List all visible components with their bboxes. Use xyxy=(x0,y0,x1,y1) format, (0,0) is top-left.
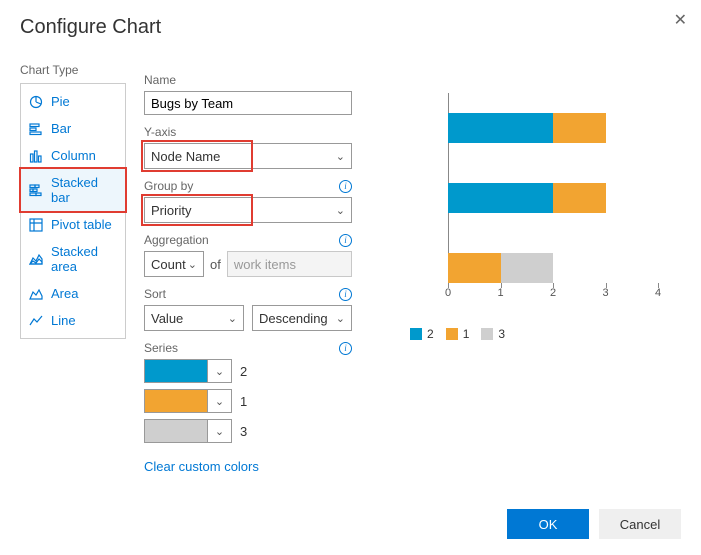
pie-icon xyxy=(29,95,43,109)
sidebar-item-line[interactable]: Line xyxy=(21,307,125,334)
info-icon[interactable]: i xyxy=(339,342,352,355)
chevron-down-icon: ⌄ xyxy=(336,312,345,325)
bar-row xyxy=(448,253,553,283)
yaxis-value: Node Name xyxy=(151,149,220,164)
groupby-label: Group by xyxy=(144,179,193,193)
stacked-bar-icon xyxy=(29,183,43,197)
sidebar-item-pivot-table[interactable]: Pivot table xyxy=(21,211,125,238)
chevron-down-icon: ⌄ xyxy=(336,204,345,217)
aggregation-select[interactable]: Count ⌄ xyxy=(144,251,204,277)
series-row: ⌄3 xyxy=(144,419,352,443)
x-tick-label: 4 xyxy=(655,287,661,299)
sidebar-item-label: Stacked bar xyxy=(51,175,117,205)
aggregation-field-disabled: work items xyxy=(227,251,352,277)
chevron-down-icon: ⌄ xyxy=(336,150,345,163)
x-tick-label: 0 xyxy=(445,287,451,299)
bar-segment xyxy=(448,183,553,213)
x-tick-label: 3 xyxy=(602,287,608,299)
chart-type-list: Pie Bar Column Stacked bar Pivot table xyxy=(20,83,126,339)
sort-label: Sort xyxy=(144,287,166,301)
aggregation-label: Aggregation xyxy=(144,233,209,247)
legend-label: 1 xyxy=(463,327,470,341)
chevron-down-icon: ⌄ xyxy=(207,420,231,442)
chart-type-label: Chart Type xyxy=(20,63,126,77)
pivot-table-icon xyxy=(29,218,43,232)
sidebar-item-label: Line xyxy=(51,313,76,328)
bar-segment xyxy=(448,253,501,283)
legend-item: 3 xyxy=(481,327,505,341)
clear-colors-link[interactable]: Clear custom colors xyxy=(144,459,259,474)
sidebar-item-label: Bar xyxy=(51,121,71,136)
bar-segment xyxy=(553,113,606,143)
series-color-select[interactable]: ⌄ xyxy=(144,419,232,443)
column-icon xyxy=(29,149,43,163)
chart-preview: VoiceInternetService Del... 01234 213 xyxy=(370,93,660,341)
groupby-value: Priority xyxy=(151,203,191,218)
of-label: of xyxy=(210,257,221,272)
series-name: 2 xyxy=(240,364,247,379)
bar-segment xyxy=(553,183,606,213)
series-label: Series xyxy=(144,341,178,355)
info-icon[interactable]: i xyxy=(339,234,352,247)
ok-button[interactable]: OK xyxy=(507,509,589,539)
sidebar-item-label: Pivot table xyxy=(51,217,112,232)
chart-legend: 2 1 3 xyxy=(410,327,660,341)
bar-row xyxy=(448,183,606,213)
yaxis-label: Y-axis xyxy=(144,125,176,139)
sidebar-item-bar[interactable]: Bar xyxy=(21,115,125,142)
x-tick-label: 2 xyxy=(550,287,556,299)
aggregation-value: Count xyxy=(151,257,186,272)
name-input[interactable] xyxy=(144,91,352,115)
series-row: ⌄2 xyxy=(144,359,352,383)
stacked-area-icon xyxy=(29,252,43,266)
sidebar-item-stacked-bar[interactable]: Stacked bar xyxy=(21,169,125,211)
close-icon[interactable]: ✕ xyxy=(674,10,687,30)
bar-row xyxy=(448,113,606,143)
area-icon xyxy=(29,287,43,301)
legend-swatch xyxy=(446,328,458,340)
chevron-down-icon: ⌄ xyxy=(207,390,231,412)
series-name: 3 xyxy=(240,424,247,439)
chevron-down-icon: ⌄ xyxy=(207,360,231,382)
sidebar-item-stacked-area[interactable]: Stacked area xyxy=(21,238,125,280)
sort-dir-value: Descending xyxy=(259,311,328,326)
legend-item: 2 xyxy=(410,327,434,341)
legend-swatch xyxy=(481,328,493,340)
sort-field-select[interactable]: Value ⌄ xyxy=(144,305,244,331)
cancel-button[interactable]: Cancel xyxy=(599,509,681,539)
legend-label: 2 xyxy=(427,327,434,341)
bar-segment xyxy=(448,113,553,143)
line-icon xyxy=(29,314,43,328)
name-label: Name xyxy=(144,73,352,87)
dialog-title: Configure Chart xyxy=(20,16,681,39)
series-row: ⌄1 xyxy=(144,389,352,413)
bar-segment xyxy=(501,253,554,283)
x-tick-label: 1 xyxy=(497,287,503,299)
info-icon[interactable]: i xyxy=(339,180,352,193)
info-icon[interactable]: i xyxy=(339,288,352,301)
legend-label: 3 xyxy=(498,327,505,341)
chevron-down-icon: ⌄ xyxy=(228,312,237,325)
legend-item: 1 xyxy=(446,327,470,341)
series-color-select[interactable]: ⌄ xyxy=(144,389,232,413)
sidebar-item-area[interactable]: Area xyxy=(21,280,125,307)
sidebar-item-column[interactable]: Column xyxy=(21,142,125,169)
legend-swatch xyxy=(410,328,422,340)
sort-dir-select[interactable]: Descending ⌄ xyxy=(252,305,352,331)
sidebar-item-label: Column xyxy=(51,148,96,163)
yaxis-select[interactable]: Node Name ⌄ xyxy=(144,143,352,169)
sidebar-item-label: Area xyxy=(51,286,78,301)
bar-icon xyxy=(29,122,43,136)
sort-field-value: Value xyxy=(151,311,183,326)
groupby-select[interactable]: Priority ⌄ xyxy=(144,197,352,223)
series-name: 1 xyxy=(240,394,247,409)
sidebar-item-label: Stacked area xyxy=(51,244,117,274)
chevron-down-icon: ⌄ xyxy=(188,258,197,271)
series-color-select[interactable]: ⌄ xyxy=(144,359,232,383)
sidebar-item-pie[interactable]: Pie xyxy=(21,88,125,115)
sidebar-item-label: Pie xyxy=(51,94,70,109)
